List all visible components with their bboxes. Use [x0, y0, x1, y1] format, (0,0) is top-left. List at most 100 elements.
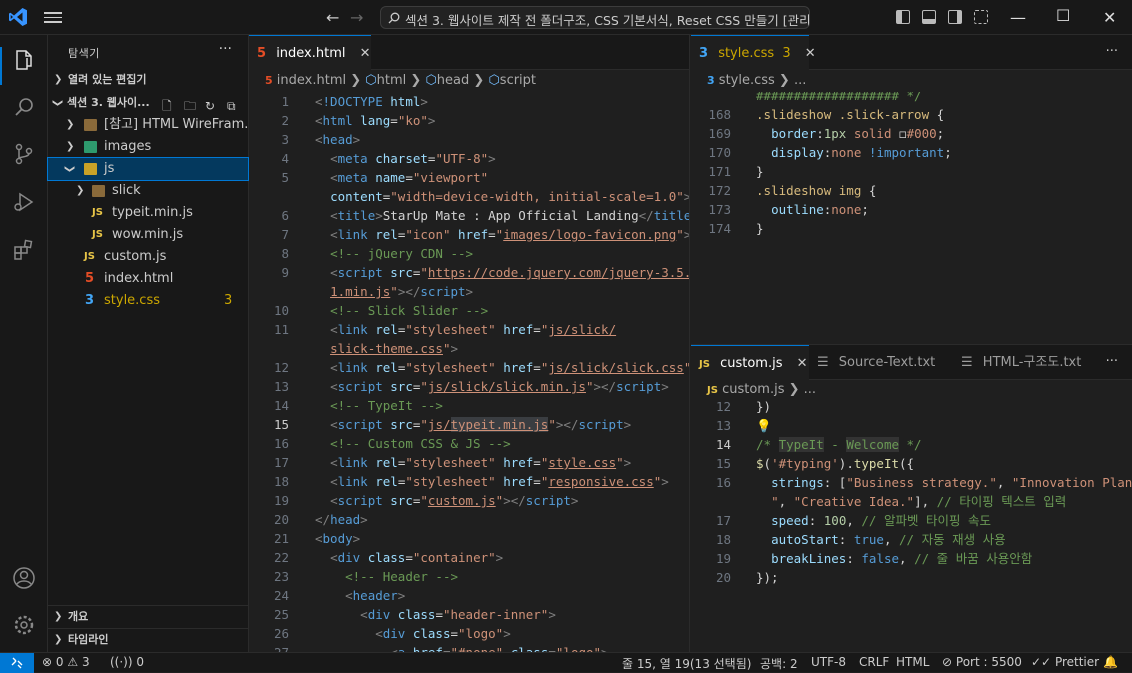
code-line[interactable]: .slideshow img { — [756, 181, 876, 200]
code-line[interactable]: <link rel="stylesheet" href="responsive.… — [315, 472, 669, 491]
source-control-icon[interactable] — [12, 142, 36, 166]
tree-item-typeit[interactable]: JS typeit.min.js — [48, 202, 248, 224]
code-line[interactable]: 💡 — [756, 416, 772, 435]
code-line[interactable]: <html lang="ko"> — [315, 111, 435, 130]
extensions-icon[interactable] — [12, 238, 36, 262]
indentation[interactable]: 공백: 2 — [760, 655, 798, 672]
code-line[interactable]: <a href="#none" class="logo"> — [315, 643, 608, 652]
code-line[interactable]: outline:none; — [756, 200, 869, 219]
problems-indicator[interactable]: ⊗ 0 ⚠ 3 — [42, 655, 90, 669]
back-arrow-icon[interactable]: ← — [326, 8, 339, 27]
more-actions-icon[interactable]: ··· — [219, 41, 232, 57]
code-line[interactable]: <header> — [315, 586, 405, 605]
remote-indicator[interactable] — [0, 653, 34, 673]
breadcrumb-item[interactable]: head — [437, 73, 469, 88]
code-line[interactable]: <script src="https://code.jquery.com/jqu… — [315, 263, 689, 282]
code-line[interactable]: }) — [756, 397, 771, 416]
code-line[interactable]: <!-- jQuery CDN --> — [315, 244, 473, 263]
code-line[interactable]: <!DOCTYPE html> — [315, 92, 428, 111]
breadcrumb-item[interactable]: html — [377, 73, 407, 88]
code-line[interactable]: <!-- Slick Slider --> — [315, 301, 488, 320]
code-line[interactable]: ", "Creative Idea."], // 타이핑 텍스트 입력 — [756, 492, 1066, 511]
toggle-secondary-sidebar-icon[interactable] — [948, 10, 962, 24]
code-line[interactable]: <head> — [315, 130, 360, 149]
code-area[interactable]: ################### */ 168 .slideshow .sli… — [691, 92, 1132, 344]
tree-item-custom-js[interactable]: JS custom.js — [48, 246, 248, 268]
ports-indicator[interactable]: ((·)) 0 — [110, 655, 144, 669]
forward-arrow-icon[interactable]: → — [350, 8, 363, 27]
close-tab-icon[interactable]: ✕ — [805, 46, 816, 61]
code-line[interactable]: .slideshow .slick-arrow { — [756, 105, 944, 124]
code-line[interactable]: <div class="container"> — [315, 548, 503, 567]
new-file-icon[interactable]: 🗋 — [162, 95, 172, 114]
minimize-icon[interactable]: — — [1010, 8, 1026, 27]
code-line[interactable]: <link rel="stylesheet" href="js/slick/ — [315, 320, 616, 339]
code-line[interactable]: $('#typing').typeIt({ — [756, 454, 914, 473]
customize-layout-icon[interactable] — [974, 10, 988, 24]
code-line[interactable]: } — [756, 162, 764, 181]
prettier[interactable]: ✓✓ Prettier — [1031, 655, 1099, 669]
code-line[interactable]: /* TypeIt - Welcome */ — [756, 435, 922, 454]
encoding[interactable]: UTF-8 — [811, 655, 846, 669]
code-line[interactable]: border:1px solid ◻#000; — [756, 124, 944, 143]
code-line[interactable]: <div class="header-inner"> — [315, 605, 556, 624]
tree-item-style-css[interactable]: 3 style.css 3 — [48, 290, 248, 312]
breadcrumb-item[interactable]: script — [500, 73, 536, 88]
tab-html-structure[interactable]: ☰ HTML-구조도.txt — [953, 345, 1093, 380]
code-line[interactable]: <link rel="stylesheet" href="style.css"> — [315, 453, 631, 472]
tab-style-css[interactable]: 3 style.css 3 ✕ — [691, 35, 816, 70]
tree-item-wireframe[interactable]: ❯ [참고] HTML WireFram... — [48, 114, 248, 136]
accounts-icon[interactable] — [12, 566, 36, 590]
more-actions-icon[interactable]: ··· — [1106, 354, 1118, 369]
explorer-icon[interactable] — [12, 48, 36, 72]
breadcrumb-item[interactable]: style.css — [719, 73, 775, 88]
breadcrumb-item[interactable]: custom.js — [722, 382, 784, 397]
code-line[interactable]: <link rel="stylesheet" href="js/slick/sl… — [315, 358, 689, 377]
toggle-sidebar-icon[interactable] — [896, 10, 910, 24]
breadcrumb-item[interactable]: index.html — [277, 73, 346, 88]
code-line[interactable]: display:none !important; — [756, 143, 952, 162]
code-area[interactable]: 12}) 13 💡 14 /* TypeIt - Welcome */ 15 $('#typ… — [691, 397, 1132, 653]
code-line[interactable]: <body> — [315, 529, 360, 548]
workspace-root[interactable]: ❯ 섹션 3. 웹사이... 🗋 🗀 ↻ ⧉ — [48, 92, 248, 114]
new-folder-icon[interactable]: 🗀 — [184, 95, 196, 114]
code-line[interactable]: ################### */ — [756, 92, 922, 105]
notifications-bell-icon[interactable]: 🔔 — [1103, 655, 1118, 669]
collapse-all-icon[interactable]: ⧉ — [227, 95, 236, 114]
live-server[interactable]: ⊘ Port : 5500 — [942, 655, 1022, 669]
language-mode[interactable]: HTML — [896, 655, 929, 669]
tree-item-index-html[interactable]: 5 index.html — [48, 268, 248, 290]
code-area[interactable]: 1 <!DOCTYPE html> 2 <html lang="ko"> 3 <head>… — [249, 92, 689, 652]
close-tab-icon[interactable]: ✕ — [797, 356, 808, 371]
more-actions-icon[interactable]: ··· — [1106, 44, 1118, 59]
toggle-panel-icon[interactable] — [922, 10, 936, 24]
outline-section[interactable]: ❯ 개요 — [48, 605, 248, 627]
tree-item-wow[interactable]: JS wow.min.js — [48, 224, 248, 246]
code-line[interactable]: strings: ["Business strategy.", "Innovat… — [756, 473, 1132, 492]
code-line[interactable]: }); — [756, 568, 779, 587]
tab-custom-js[interactable]: JS custom.js ✕ — [691, 345, 809, 380]
tab-index-html[interactable]: 5 index.html ✕ — [249, 35, 371, 70]
code-line[interactable]: <!-- TypeIt --> — [315, 396, 443, 415]
code-line[interactable]: content="width=device-width, initial-sca… — [315, 187, 689, 206]
code-line[interactable]: autoStart: true, // 자동 재생 사용 — [756, 530, 1006, 549]
tree-item-slick[interactable]: ❯ slick — [48, 180, 248, 202]
settings-gear-icon[interactable] — [12, 613, 36, 637]
search-sidebar-icon[interactable] — [12, 95, 36, 119]
code-line[interactable]: 1.min.js"></script> — [315, 282, 473, 301]
cursor-position[interactable]: 줄 15, 열 19(13 선택됨) — [622, 655, 751, 672]
code-line[interactable]: <meta name="viewport" — [315, 168, 488, 187]
code-line[interactable]: <script src="js/slick/slick.min.js"></sc… — [315, 377, 669, 396]
code-line[interactable]: speed: 100, // 알파벳 타이핑 속도 — [756, 511, 991, 530]
code-line[interactable]: <script src="custom.js"></script> — [315, 491, 578, 510]
code-line[interactable]: <title>StarUp Mate : App Official Landin… — [315, 206, 689, 225]
tree-item-images[interactable]: ❯ images — [48, 136, 248, 158]
code-line[interactable]: } — [756, 219, 764, 238]
menu-icon[interactable] — [44, 9, 62, 25]
code-line[interactable]: breakLines: false, // 줄 바꿈 사용안함 — [756, 549, 1032, 568]
code-line[interactable]: <!-- Header --> — [315, 567, 458, 586]
code-line[interactable]: <!-- Custom CSS & JS --> — [315, 434, 511, 453]
open-editors-section[interactable]: ❯ 열려 있는 편집기 — [48, 69, 248, 91]
end-of-line[interactable]: CRLF — [859, 655, 889, 669]
tree-item-js[interactable]: ❯ js — [47, 157, 249, 181]
